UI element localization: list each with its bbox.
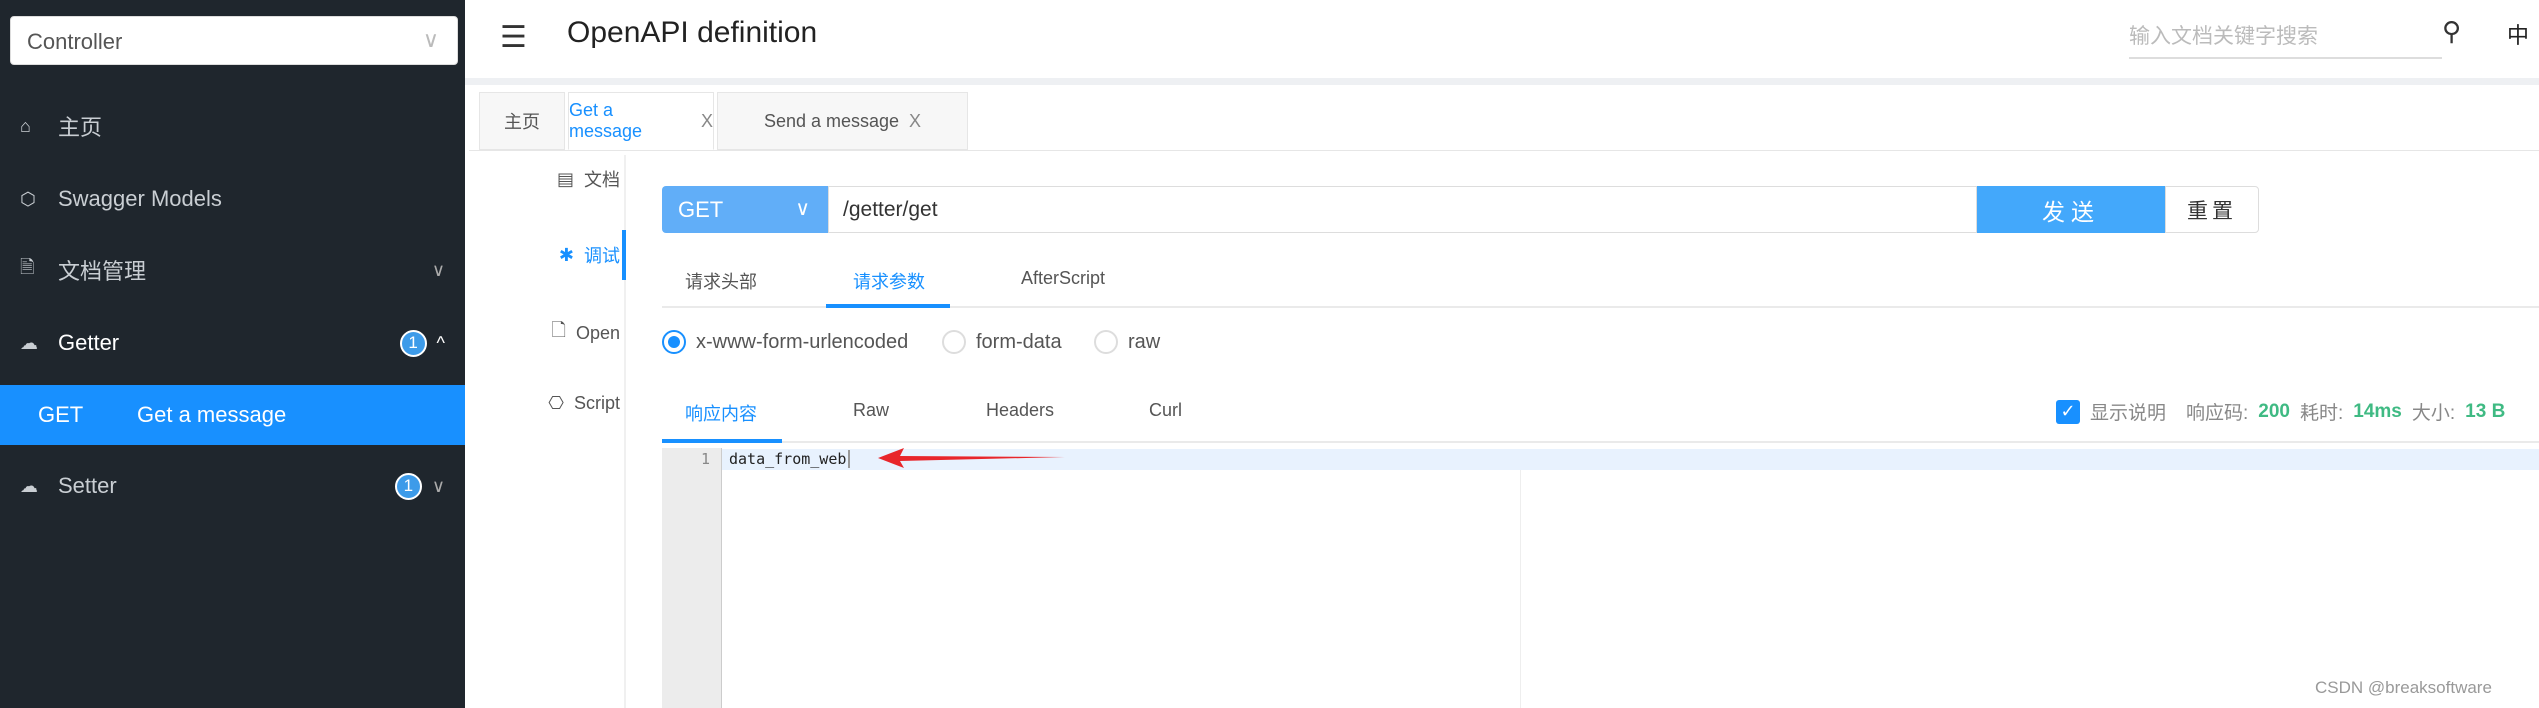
language-toggle[interactable]: 中 [2507,18,2529,50]
api-cloud-icon: ☁ [20,332,38,353]
active-tab-underline [662,439,782,443]
close-icon[interactable]: X [909,111,921,132]
radio-icon [942,330,966,354]
subnav-label: 文档 [584,170,620,190]
sidebar-item-doc-manage[interactable]: 🗎 文档管理 ∨ [0,240,465,300]
sidebar-item-setter[interactable]: ☁ Setter 1 ∨ [0,456,465,516]
response-tabs-divider [662,441,2539,443]
tab-response-raw[interactable]: Raw [853,400,889,421]
radio-form-data[interactable]: form-data [942,330,1062,354]
chevron-down-icon: ∨ [431,259,445,280]
search-input[interactable]: 输入文档关键字搜索 [2129,14,2442,59]
subnav-label: Open [575,322,620,343]
tab-request-headers[interactable]: 请求头部 [685,268,757,294]
tab-get-a-message[interactable]: Get a message X [568,92,714,150]
subnav-label: 调试 [584,246,620,266]
home-icon: ⌂ [20,115,31,136]
api-cloud-icon: ☁ [20,475,38,496]
sidebar-item-label: Getter [58,330,120,355]
cube-icon: ⬡ [20,188,36,209]
method-value: GET [678,197,724,222]
tab-label: Send a message [763,110,900,131]
sidebar-item-getter[interactable]: ☁ Getter 1 ^ [0,313,465,373]
tab-response-headers[interactable]: Headers [986,400,1054,421]
response-body-text[interactable]: data_from_web [729,450,851,468]
editor-print-margin [1520,470,1521,708]
tab-home[interactable]: 主页 [479,92,565,150]
send-button[interactable]: 发送 [1977,186,2165,233]
document-icon: ▤ [556,168,574,189]
subnav-debug[interactable]: ✱ 调试 [500,242,620,268]
editor-gutter [662,448,722,708]
controller-select-value: Controller [27,29,123,54]
controller-select[interactable]: Controller ∨ [10,16,458,65]
arrow-shape [878,448,1065,468]
tab-label: Get a message [569,100,643,141]
method-select[interactable]: GET ∨ [662,186,828,233]
radio-label: form-data [976,330,1062,353]
sidebar-item-label: Setter [58,473,117,498]
radio-label: raw [1128,330,1161,353]
radio-icon [1094,330,1118,354]
sidebar-item-label: Get a message [137,402,287,427]
search-icon[interactable]: ⚲ [2442,16,2461,47]
subnav-active-indicator [622,230,626,280]
radio-raw[interactable]: raw [1094,330,1160,354]
tab-response-content[interactable]: 响应内容 [685,400,757,426]
menu-collapse-icon[interactable]: ☰ [500,20,527,55]
sidebar-item-label: Swagger Models [58,186,222,211]
red-arrow-annotation [878,448,1065,468]
close-icon[interactable]: X [701,111,713,132]
show-description-label: 显示说明 [2090,403,2167,424]
tab-send-a-message[interactable]: Send a message X [717,92,968,150]
tabs-divider [469,150,2539,151]
subnav-doc[interactable]: ▤ 文档 [500,166,620,192]
tab-afterscript[interactable]: AfterScript [1021,268,1105,289]
subnav-open[interactable]: 🗋 Open [500,318,620,348]
chevron-down-icon: ∨ [795,198,810,220]
page-title: OpenAPI definition [567,16,818,49]
sidebar-item-home[interactable]: ⌂ 主页 [0,96,465,156]
file-icon: 🗋 [551,320,566,340]
subnav-label: Script [573,393,620,413]
tab-response-curl[interactable]: Curl [1149,400,1182,421]
radio-checked-icon [662,330,686,354]
count-badge: 1 [399,329,427,357]
doc-settings-icon: 🗎 [20,257,35,277]
line-number: 1 [700,450,710,468]
chevron-up-icon: ^ [436,332,445,353]
tab-label: 主页 [504,112,540,132]
bug-icon: ✱ [558,244,574,265]
tab-request-params[interactable]: 请求参数 [853,268,925,294]
method-label: GET [38,402,84,427]
response-meta: ✓ 显示说明 响应码: 200 耗时: 14ms 大小: 13 B [2056,398,2505,425]
sidebar-item-get-a-message[interactable]: GET Get a message [0,385,465,445]
size-label: 大小: [2411,403,2456,424]
sidebar: Controller ∨ ⌂ 主页 ⬡ Swagger Models 🗎 文档管理 ∨ ☁… [0,0,465,708]
show-description-checkbox[interactable]: ✓ [2056,399,2080,424]
active-tab-underline [826,304,950,308]
radio-x-www-form-urlencoded[interactable]: x-www-form-urlencoded [662,330,908,354]
sidebar-item-label: 文档管理 [58,259,147,284]
radio-label: x-www-form-urlencoded [696,330,909,353]
time-label: 耗时: [2300,403,2344,424]
size-value: 13 B [2465,400,2506,422]
url-input[interactable]: /getter/get [828,186,1977,233]
chevron-down-icon: ∨ [422,27,439,52]
time-value: 14ms [2353,400,2402,422]
sidebar-item-label: 主页 [58,115,103,140]
script-icon: ⎔ [548,393,564,413]
status-code-label: 响应码: [2186,403,2249,424]
subnav-script[interactable]: ⎔ Script [500,393,620,414]
chevron-down-icon: ∨ [431,475,445,496]
watermark: CSDN @breaksoftware [2315,678,2492,697]
status-code-value: 200 [2258,400,2290,422]
sidebar-item-swagger-models[interactable]: ⬡ Swagger Models [0,169,465,229]
header-divider [465,78,2539,85]
reset-button[interactable]: 重置 [2165,186,2259,233]
count-badge: 1 [394,472,422,500]
